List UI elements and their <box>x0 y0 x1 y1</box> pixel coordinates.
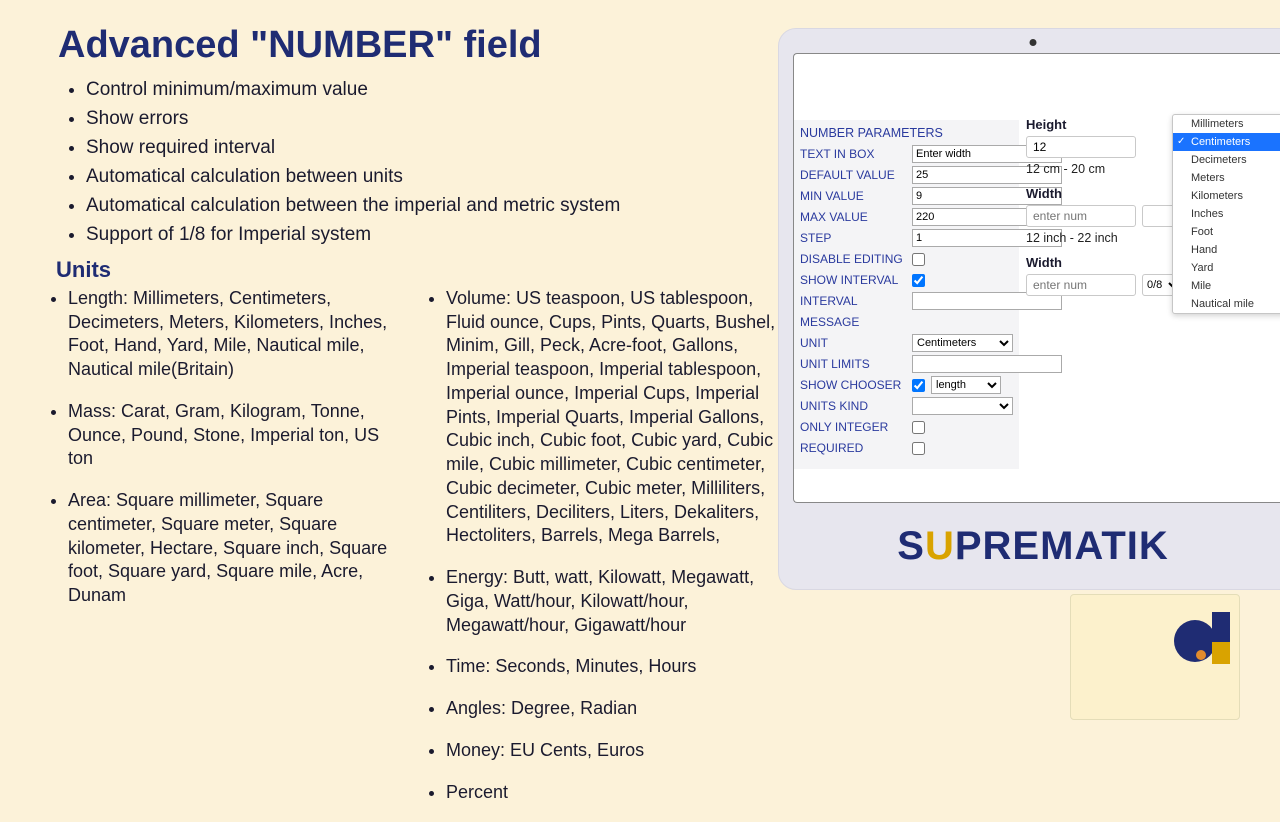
features-list: Control minimum/maximum valueShow errors… <box>86 77 778 249</box>
dropdown-item[interactable]: Hand <box>1173 241 1280 259</box>
list-item: Money: EU Cents, Euros <box>446 739 778 763</box>
list-item: Area: Square millimeter, Square centimet… <box>68 489 400 608</box>
message-label: MESSAGE <box>800 315 912 329</box>
max-value-label: MAX VALUE <box>800 210 912 224</box>
list-item: Show required interval <box>86 135 778 162</box>
width2-input[interactable] <box>1026 274 1136 296</box>
units-left-list: Length: Millimeters, Centimeters, Decime… <box>68 287 400 608</box>
list-item: Time: Seconds, Minutes, Hours <box>446 655 778 679</box>
show-interval-checkbox[interactable] <box>912 274 925 287</box>
required-checkbox[interactable] <box>912 442 925 455</box>
required-label: REQUIRED <box>800 441 912 455</box>
show-chooser-label: SHOW CHOOSER <box>800 378 912 392</box>
list-item: Volume: US teaspoon, US tablespoon, Flui… <box>446 287 778 548</box>
list-item: Energy: Butt, watt, Kilowatt, Megawatt, … <box>446 566 778 637</box>
screen: NUMBER PARAMETERS TEXT IN BOX DEFAULT VA… <box>793 53 1280 503</box>
unit-dropdown[interactable]: MillimetersCentimetersDecimetersMetersKi… <box>1172 114 1280 314</box>
list-item: Support of 1/8 for Imperial system <box>86 222 778 249</box>
list-item: Show errors <box>86 106 778 133</box>
min-value-label: MIN VALUE <box>800 189 912 203</box>
brand-logo-text: SUPREMATIK <box>779 524 1280 569</box>
camera-dot <box>1030 39 1037 46</box>
suprematik-logo-icon <box>1174 612 1230 674</box>
show-chooser-select[interactable]: length <box>931 376 1001 394</box>
text-in-box-label: TEXT IN BOX <box>800 147 912 161</box>
unit-limits-label: UNIT LIMITS <box>800 357 912 371</box>
dropdown-item[interactable]: Kilometers <box>1173 187 1280 205</box>
dropdown-item[interactable]: Foot <box>1173 223 1280 241</box>
page-title: Advanced "NUMBER" field <box>58 24 778 67</box>
list-item: Mass: Carat, Gram, Kilogram, Tonne, Ounc… <box>68 400 400 471</box>
interval-label: INTERVAL <box>800 294 912 308</box>
list-item: Control minimum/maximum value <box>86 77 778 104</box>
dropdown-item[interactable]: Meters <box>1173 169 1280 187</box>
list-item: Angles: Degree, Radian <box>446 697 778 721</box>
disable-editing-label: DISABLE EDITING <box>800 252 912 266</box>
width1-input[interactable] <box>1026 205 1136 227</box>
list-item: Automatical calculation between the impe… <box>86 193 778 220</box>
panel-title: NUMBER PARAMETERS <box>800 126 1013 140</box>
unit-limits-input[interactable] <box>912 355 1062 373</box>
default-value-label: DEFAULT VALUE <box>800 168 912 182</box>
units-heading: Units <box>56 257 778 283</box>
only-integer-checkbox[interactable] <box>912 421 925 434</box>
disable-editing-checkbox[interactable] <box>912 253 925 266</box>
dropdown-item[interactable]: Decimeters <box>1173 151 1280 169</box>
only-integer-label: ONLY INTEGER <box>800 420 912 434</box>
dropdown-item[interactable]: Yard <box>1173 259 1280 277</box>
show-interval-label: SHOW INTERVAL <box>800 273 912 287</box>
dropdown-item[interactable]: Inches <box>1173 205 1280 223</box>
units-right-list: Volume: US teaspoon, US tablespoon, Flui… <box>446 287 778 805</box>
number-parameters-panel: NUMBER PARAMETERS TEXT IN BOX DEFAULT VA… <box>794 120 1019 469</box>
list-item: Percent <box>446 781 778 805</box>
units-kind-select[interactable] <box>912 397 1013 415</box>
list-item: Automatical calculation between units <box>86 164 778 191</box>
show-chooser-checkbox[interactable] <box>912 379 925 392</box>
dropdown-item[interactable]: Nautical mile <box>1173 295 1280 313</box>
dropdown-item[interactable]: Mile <box>1173 277 1280 295</box>
step-label: STEP <box>800 231 912 245</box>
dropdown-item[interactable]: Millimeters <box>1173 115 1280 133</box>
units-kind-label: UNITS KIND <box>800 399 912 413</box>
dropdown-item[interactable]: Centimeters <box>1173 133 1280 151</box>
monitor-frame: NUMBER PARAMETERS TEXT IN BOX DEFAULT VA… <box>778 28 1280 590</box>
unit-label: UNIT <box>800 336 912 350</box>
height-input[interactable] <box>1026 136 1136 158</box>
unit-select[interactable]: Centimeters <box>912 334 1013 352</box>
list-item: Length: Millimeters, Centimeters, Decime… <box>68 287 400 382</box>
